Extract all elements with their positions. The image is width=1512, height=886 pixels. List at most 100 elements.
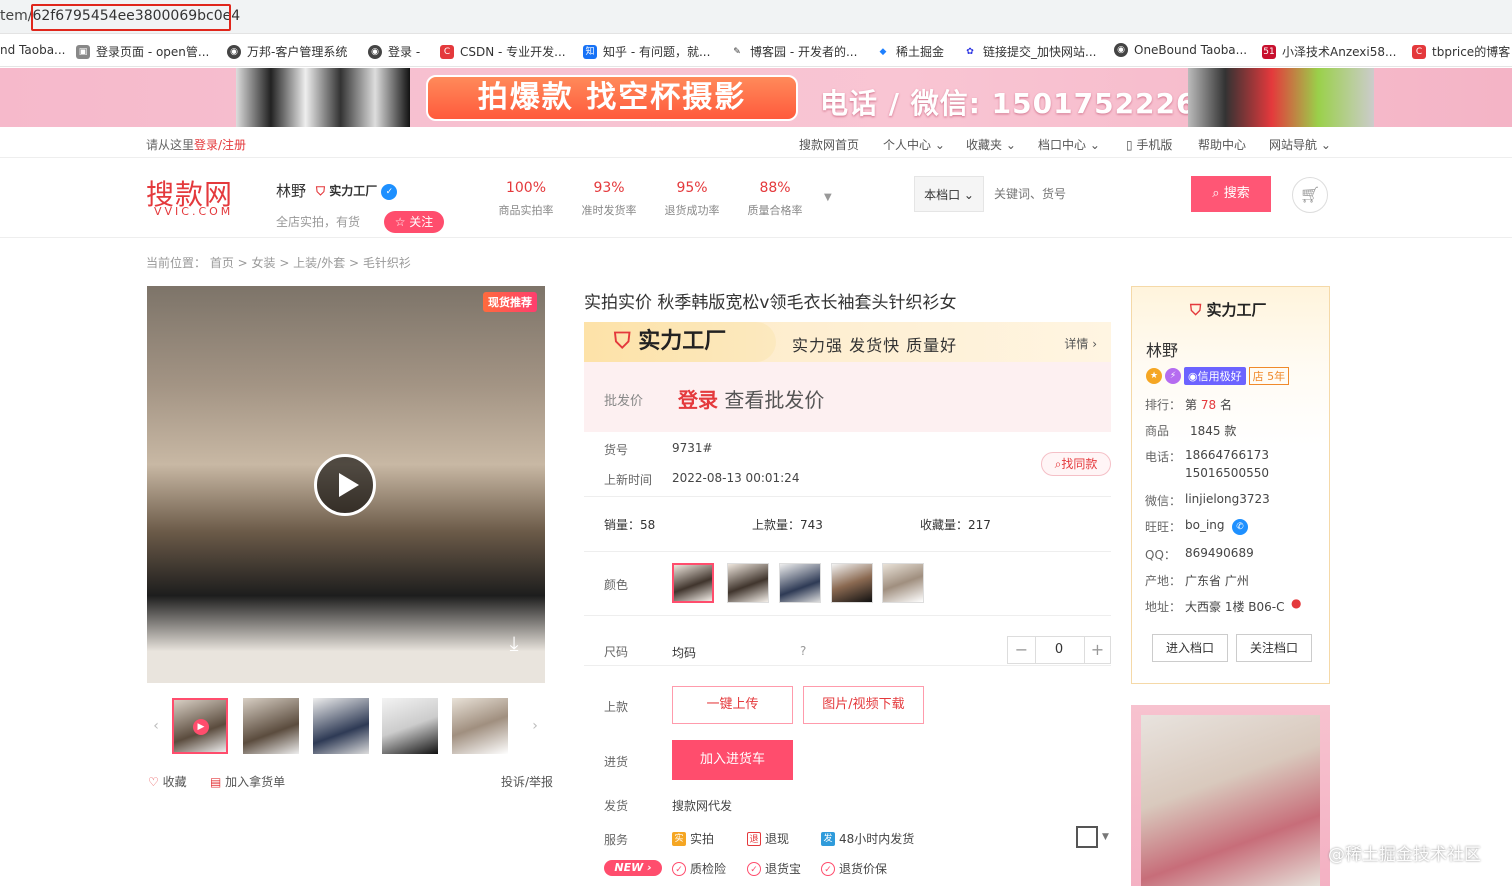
chat-icon[interactable]: ✆	[1232, 519, 1248, 535]
thumbnail[interactable]: ▶	[172, 698, 228, 754]
stat-value: 100%	[505, 180, 547, 196]
enter-stall-button[interactable]: 进入档口	[1152, 634, 1228, 662]
bookmark-item[interactable]: nd Taoba...	[0, 43, 66, 57]
thumbnail[interactable]	[452, 698, 508, 754]
bookmark-item[interactable]: ◉ 万邦-客户管理系统	[227, 43, 347, 60]
wholesale-login-link[interactable]: 登录	[678, 388, 718, 412]
add-list-label: 加入拿货单	[225, 775, 286, 789]
shop-name[interactable]: 林野	[276, 180, 306, 201]
download-icon[interactable]: ⤓	[501, 631, 527, 657]
power-detail-link[interactable]: 详情 ›	[1064, 335, 1097, 352]
ad-banner[interactable]: 拍爆款 找空杯摄影 电话 / 微信: 15017522267	[0, 68, 1512, 127]
minus-icon[interactable]: −	[1008, 637, 1036, 663]
shop-panel-name[interactable]: 林野	[1146, 337, 1178, 361]
bookmark-item[interactable]: 51 小泽技术Anzexi58...	[1262, 43, 1396, 60]
qrcode-icon[interactable]	[1076, 826, 1098, 848]
cnblogs-icon: ✎	[730, 44, 744, 59]
nav-stall-center[interactable]: 档口中心 ⌄	[1038, 136, 1100, 153]
bookmark-item[interactable]: ◉ 登录 -	[368, 43, 420, 60]
service-text: 退现	[765, 832, 790, 846]
product-title: 实拍实价 秋季韩版宽松v领毛衣长袖套头针织衫女	[584, 293, 957, 313]
power-label: ⛉ 实力工厂	[584, 322, 776, 362]
thumb-next-icon[interactable]: ›	[527, 698, 543, 754]
size-help-icon[interactable]: ?	[800, 644, 806, 658]
nav-home[interactable]: 搜款网首页	[799, 136, 859, 153]
list-icon: ▤	[210, 775, 222, 789]
bookmark-item[interactable]: ▣ 登录页面 - open管...	[76, 43, 209, 60]
thumbnail[interactable]	[243, 698, 299, 754]
quantity-stepper[interactable]: − 0 +	[1007, 636, 1111, 664]
one-click-upload-button[interactable]: 一键上传	[672, 686, 793, 724]
find-same-button[interactable]: ⌕找同款	[1041, 452, 1111, 476]
chevron-down-icon[interactable]: ▼	[824, 192, 832, 203]
product-main-image[interactable]: 现货推荐 ⤓	[147, 286, 545, 683]
size-value: 均码	[672, 646, 697, 660]
follow-button[interactable]: ☆ 关注	[384, 211, 444, 233]
stock-label: 进货	[604, 755, 629, 769]
find-same-label: 找同款	[1061, 457, 1098, 471]
check-icon: ✓	[821, 861, 835, 876]
thumbnail[interactable]	[382, 698, 438, 754]
color-swatch[interactable]	[727, 563, 769, 603]
search-input[interactable]	[986, 177, 1190, 211]
csdn-icon: C	[440, 44, 454, 59]
store-icon: 店	[1252, 370, 1264, 383]
bookmark-item[interactable]: 知知乎 - 有问题，就...	[583, 43, 710, 60]
rank-value: 第 78 名	[1185, 396, 1232, 413]
quantity-value[interactable]: 0	[1036, 637, 1082, 663]
color-swatch[interactable]	[672, 563, 714, 603]
nav-sitemap[interactable]: 网站导航 ⌄	[1269, 136, 1331, 153]
color-swatch[interactable]	[831, 563, 873, 603]
years-badge: 店 5年	[1248, 367, 1290, 385]
add-list-link[interactable]: ▤ 加入拿货单	[210, 773, 285, 790]
cart-icon[interactable]: 🛒︎	[1292, 177, 1328, 213]
divider	[584, 615, 1111, 616]
color-swatch[interactable]	[882, 563, 924, 603]
heart-icon: ♡	[148, 775, 159, 789]
favorite-label: 收藏	[162, 775, 187, 789]
wechat-value: linjielong3723	[1185, 492, 1270, 506]
bookmark-item[interactable]: C CSDN - 专业开发...	[440, 43, 566, 60]
sales-count: 销量：58	[604, 518, 656, 532]
thumb-prev-icon[interactable]: ‹	[148, 698, 164, 754]
bookmark-item[interactable]: ✎ 博客园 - 开发者的...	[730, 43, 857, 60]
report-link[interactable]: 投诉/举报	[501, 773, 553, 790]
nav-mobile[interactable]: ▯ 手机版	[1126, 136, 1172, 153]
rank-pre: 第	[1185, 398, 1198, 412]
breadcrumb[interactable]: 当前位置： 首页 > 女装 > 上装/外套 > 毛针织衫	[146, 254, 411, 271]
follow-stall-button[interactable]: 关注档口	[1236, 634, 1312, 662]
add-to-cart-button[interactable]: 加入进货车	[672, 740, 793, 780]
bookmark-label: 万邦-客户管理系统	[247, 45, 348, 59]
favorite-link[interactable]: ♡ 收藏	[148, 773, 187, 790]
phone-value-2: 15016500550	[1185, 466, 1269, 480]
chevron-down-icon[interactable]: ▼	[1102, 832, 1109, 842]
plus-icon[interactable]: +	[1084, 637, 1110, 663]
search-button[interactable]: ⌕ 搜索	[1191, 176, 1271, 212]
nav-help[interactable]: 帮助中心	[1198, 136, 1246, 153]
nav-personal[interactable]: 个人中心 ⌄	[883, 136, 945, 153]
check-icon: ✓	[672, 861, 686, 876]
thumbnail[interactable]	[313, 698, 369, 754]
color-label: 颜色	[604, 578, 629, 592]
color-swatch[interactable]	[779, 563, 821, 603]
shop-badge-label: 实力工厂	[329, 184, 378, 198]
bookmark-item[interactable]: ◉ OneBound Taoba...	[1114, 43, 1247, 57]
power-factory-bar[interactable]: ⛉ 实力工厂 实力强 发货快 质量好 详情 ›	[584, 322, 1111, 362]
play-icon[interactable]	[314, 454, 376, 516]
shop-promo-image[interactable]	[1131, 705, 1330, 886]
bookmark-label: nd Taoba...	[0, 43, 66, 57]
site-logo-sub: VVIC.COM	[154, 205, 234, 218]
address-bar[interactable]: tem/62f6795454ee3800069bc0e4	[0, 0, 1512, 34]
search-scope-select[interactable]: 本档口 ⌄	[914, 176, 984, 212]
media-download-button[interactable]: 图片/视频下载	[803, 686, 924, 724]
bookmark-item[interactable]: Ctbprice的博客	[1412, 43, 1510, 60]
nav-favorites[interactable]: 收藏夹 ⌄	[966, 136, 1016, 153]
banner-photo	[236, 68, 410, 127]
login-link[interactable]: 登录/注册	[194, 138, 246, 152]
bookmark-item[interactable]: ✿ 链接提交_加快网站...	[963, 43, 1096, 60]
bookmark-item[interactable]: ◆ 稀土掘金	[876, 43, 944, 60]
photo-icon: 实	[672, 831, 686, 846]
stat-return-rate: 95% 退货成功率	[652, 180, 732, 218]
stat-value: 95%	[676, 180, 708, 196]
credit-badge: ◉信用极好	[1184, 367, 1246, 385]
